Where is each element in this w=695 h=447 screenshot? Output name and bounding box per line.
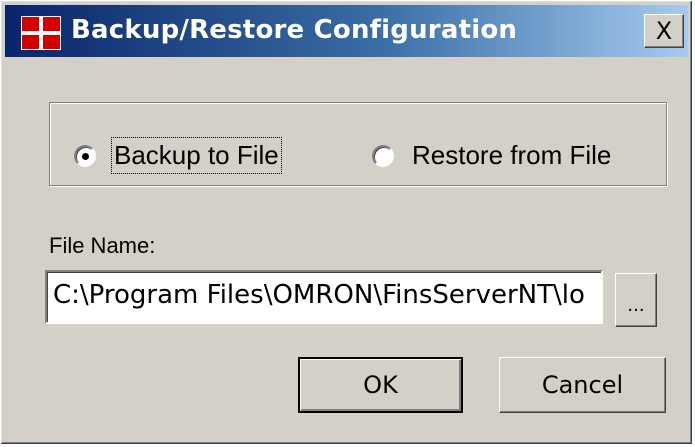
restore-from-file-label: Restore from File [412,140,612,170]
browse-button[interactable]: ... [615,273,657,327]
radio-unchecked-icon [372,144,394,167]
file-name-input[interactable]: C:\Program Files\OMRON\FinsServerNT\lo [45,270,603,324]
mode-groupbox: Backup to File Restore from File [49,102,667,186]
app-icon [21,16,61,50]
ok-button[interactable]: OK [298,357,463,413]
backup-to-file-radio[interactable]: Backup to File [74,137,282,174]
close-icon: X [655,17,673,45]
close-button[interactable]: X [644,14,684,48]
radio-checked-icon [74,144,96,167]
cancel-button[interactable]: Cancel [499,357,666,413]
window-title: Backup/Restore Configuration [71,15,518,45]
dialog-window: Backup/Restore Configuration X Backup to… [0,0,693,445]
restore-from-file-radio[interactable]: Restore from File [372,140,611,171]
title-bar[interactable]: Backup/Restore Configuration X [5,5,688,57]
backup-to-file-label: Backup to File [111,137,282,174]
file-name-label: File Name: [49,233,156,258]
